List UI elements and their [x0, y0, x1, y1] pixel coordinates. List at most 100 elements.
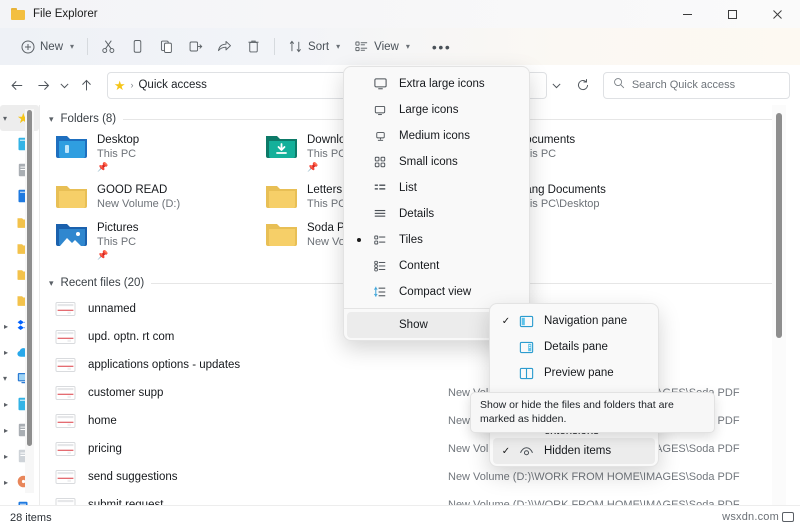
chevron-down-icon: ▾	[336, 42, 341, 51]
document-icon	[55, 497, 77, 505]
forward-button[interactable]	[31, 71, 56, 99]
app-folder-icon	[11, 8, 25, 20]
navigation-pane-scrollbar[interactable]	[25, 109, 34, 493]
view-menu-item-compact-view[interactable]: Compact view	[347, 279, 526, 305]
show-submenu-item-hidden-items[interactable]: ✓ Hidden items	[493, 438, 655, 464]
folder-item[interactable]: Desktop This PC 📌	[55, 129, 265, 175]
search-icon	[613, 76, 625, 94]
command-bar: New ▾ Sort ▾ View ▾ •••	[0, 28, 800, 65]
status-bar: 28 items	[0, 505, 800, 529]
folder-location: New Volume (D:)	[97, 198, 181, 210]
recent-locations-button[interactable]	[56, 71, 74, 99]
see-more-button[interactable]: •••	[425, 33, 459, 61]
watermark-icon	[782, 512, 794, 522]
file-explorer-window: File Explorer New ▾ Sort ▾ View ▾ ••• ★ …	[0, 0, 800, 529]
folder-location: This PC	[97, 236, 137, 248]
view-menu-item-tiles[interactable]: Tiles	[347, 227, 526, 253]
plus-circle-icon	[21, 40, 35, 54]
chevron-right-icon[interactable]: ▸	[4, 452, 8, 461]
preview-pane-icon	[515, 367, 537, 380]
show-submenu: ✓ Navigation pane Details pane Preview pane…	[489, 303, 659, 467]
view-menu-item-label: Details	[399, 208, 435, 220]
new-button[interactable]: New ▾	[14, 33, 81, 61]
cut-icon	[101, 39, 116, 54]
folder-icon	[265, 221, 298, 249]
cut-button[interactable]	[94, 33, 123, 61]
up-button[interactable]	[74, 71, 99, 99]
view-menu-item-details[interactable]: Details	[347, 201, 526, 227]
show-submenu-item-preview-pane[interactable]: Preview pane	[493, 360, 655, 386]
document-icon	[55, 413, 77, 429]
folder-icon	[265, 183, 298, 211]
breadcrumb-quick-access[interactable]: Quick access	[138, 79, 206, 91]
view-menu-item-content[interactable]: Content	[347, 253, 526, 279]
title-bar: File Explorer	[0, 0, 800, 28]
delete-button[interactable]	[239, 33, 268, 61]
rename-button[interactable]	[181, 33, 210, 61]
details-icon	[369, 207, 391, 221]
view-menu-item-extra-large-icons[interactable]: Extra large icons	[347, 71, 526, 97]
address-dropdown-button[interactable]	[547, 71, 567, 99]
view-menu-item-label: Large icons	[399, 104, 459, 116]
content-scrollbar[interactable]	[772, 105, 786, 505]
show-submenu-item-navigation-pane[interactable]: ✓ Navigation pane	[493, 308, 655, 334]
search-input[interactable]: Search Quick access	[632, 79, 735, 91]
refresh-button[interactable]	[569, 71, 597, 99]
view-menu-item-small-icons[interactable]: Small icons	[347, 149, 526, 175]
close-button[interactable]	[755, 0, 800, 28]
watermark-text: wsxdn.com	[722, 511, 779, 523]
folder-item[interactable]: GOOD READ New Volume (D:)	[55, 179, 265, 213]
window-title: File Explorer	[33, 8, 98, 20]
recent-file-row[interactable]: pricingNew Volume (D:)\WORK FROM HOME\IM…	[55, 435, 786, 463]
view-menu-item-list[interactable]: List	[347, 175, 526, 201]
chevron-right-icon[interactable]: ▸	[4, 322, 8, 331]
view-menu-item-label: Small icons	[399, 156, 458, 168]
view-menu-item-label: Extra large icons	[399, 78, 485, 90]
chevron-right-icon[interactable]: ▸	[4, 478, 8, 487]
view-menu-item-label: Compact view	[399, 286, 472, 298]
view-button-label: View	[374, 40, 399, 53]
folder-item[interactable]: Pictures This PC 📌	[55, 217, 265, 263]
back-button[interactable]	[5, 71, 30, 99]
chevron-down-icon[interactable]: ▾	[3, 114, 7, 123]
folder-pictures-icon	[55, 221, 88, 249]
breadcrumb-separator: ›	[130, 80, 134, 90]
recent-file-row[interactable]: submit request New Volume (D:)\WORK FROM …	[55, 491, 786, 505]
chevron-right-icon[interactable]: ▸	[4, 426, 8, 435]
view-menu-item-large-icons[interactable]: Large icons	[347, 97, 526, 123]
share-button[interactable]	[210, 33, 239, 61]
hidden-items-icon	[515, 445, 537, 457]
search-box[interactable]: Search Quick access	[602, 71, 790, 99]
new-button-label: New	[40, 40, 64, 53]
folder-location: This PC	[97, 148, 137, 160]
recent-file-name: send suggestions	[88, 471, 178, 483]
paste-button[interactable]	[152, 33, 181, 61]
show-submenu-item-details-pane[interactable]: Details pane	[493, 334, 655, 360]
minimize-button[interactable]	[665, 0, 710, 28]
chevron-down-icon[interactable]: ▾	[49, 114, 54, 125]
view-menu-item-medium-icons[interactable]: Medium icons	[347, 123, 526, 149]
show-submenu-item-label: Preview pane	[544, 367, 614, 379]
selected-bullet-icon	[357, 238, 361, 242]
recent-file-name: home	[88, 415, 117, 427]
chevron-right-icon[interactable]: ▸	[4, 348, 8, 357]
view-menu-item-label: List	[399, 182, 417, 194]
recent-file-row[interactable]: send suggestions New Volume (D:)\WORK FRO…	[55, 463, 786, 491]
checkmark-icon: ✓	[501, 315, 511, 327]
sort-button[interactable]: Sort ▾	[281, 33, 347, 61]
recent-file-name: pricing	[88, 443, 122, 455]
chevron-down-icon[interactable]: ▾	[49, 278, 54, 289]
grid-small-icon	[369, 155, 391, 169]
view-button[interactable]: View ▾	[347, 33, 417, 61]
recent-file-row[interactable]: applications options - updates	[55, 351, 786, 379]
copy-button[interactable]	[123, 33, 152, 61]
chevron-down-icon[interactable]: ▾	[3, 374, 7, 383]
rename-icon	[188, 39, 203, 54]
view-menu-item-label: Tiles	[399, 234, 423, 246]
maximize-button[interactable]	[710, 0, 755, 28]
show-submenu-item-label: Navigation pane	[544, 315, 628, 327]
recent-files-group-label: Recent files (20)	[60, 277, 145, 289]
document-icon	[55, 329, 77, 345]
monitor-m-icon	[369, 130, 391, 143]
chevron-right-icon[interactable]: ▸	[4, 400, 8, 409]
